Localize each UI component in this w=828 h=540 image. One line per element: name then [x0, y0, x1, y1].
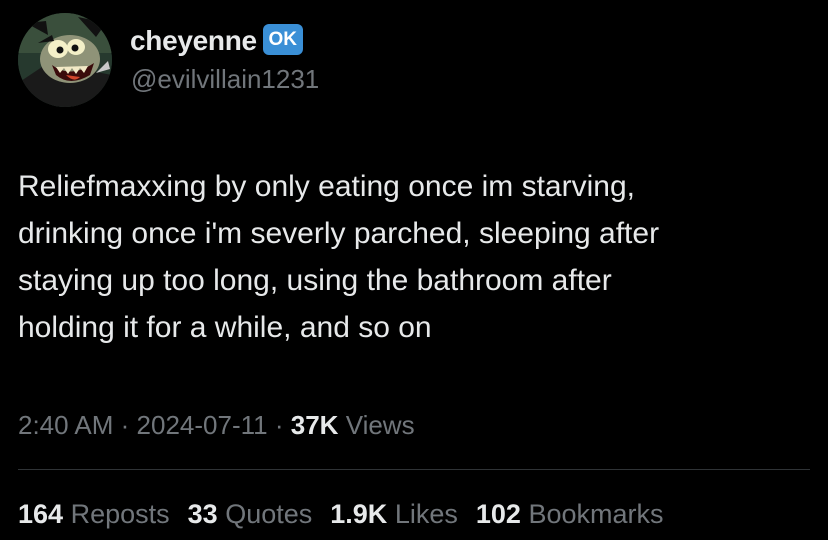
reposts-label: Reposts [70, 499, 170, 529]
ok-button-emoji-icon: OK [262, 24, 303, 55]
views-label: Views [345, 410, 415, 440]
tweet-date[interactable]: 2024-07-11 [137, 410, 268, 440]
author-handle[interactable]: @evilvillain1231 [131, 63, 319, 95]
likes-count: 1.9K [330, 499, 388, 529]
quotes-stat[interactable]: 33 Quotes [188, 497, 313, 531]
cartoon-villain-avatar-icon [18, 13, 112, 107]
meta-separator: · [120, 410, 130, 440]
reposts-stat[interactable]: 164 Reposts [18, 497, 170, 531]
avatar[interactable] [18, 13, 112, 107]
author-name-row[interactable]: cheyenne OK [130, 24, 303, 58]
tweet-time[interactable]: 2:40 AM [18, 410, 113, 440]
engagement-stats: 164 Reposts 33 Quotes 1.9K Likes 102 Boo… [18, 497, 663, 531]
reposts-count: 164 [18, 499, 64, 529]
quotes-label: Quotes [225, 499, 313, 529]
tweet-text: Reliefmaxxing by only eating once im sta… [18, 170, 660, 344]
bookmarks-stat[interactable]: 102 Bookmarks [476, 497, 664, 531]
views-count[interactable]: 37K [291, 410, 339, 440]
likes-stat[interactable]: 1.9K Likes [330, 497, 458, 531]
quotes-count: 33 [187, 499, 218, 529]
divider [18, 469, 810, 470]
likes-label: Likes [394, 499, 458, 529]
meta-separator: · [274, 410, 284, 440]
tweet-detail: cheyenne OK @evilvillain1231 Reliefmaxxi… [0, 0, 828, 540]
display-name[interactable]: cheyenne [130, 24, 257, 58]
tweet-meta: 2:40 AM · 2024-07-11 · 37K Views [18, 409, 415, 441]
bookmarks-count: 102 [475, 499, 521, 529]
bookmarks-label: Bookmarks [528, 499, 664, 529]
